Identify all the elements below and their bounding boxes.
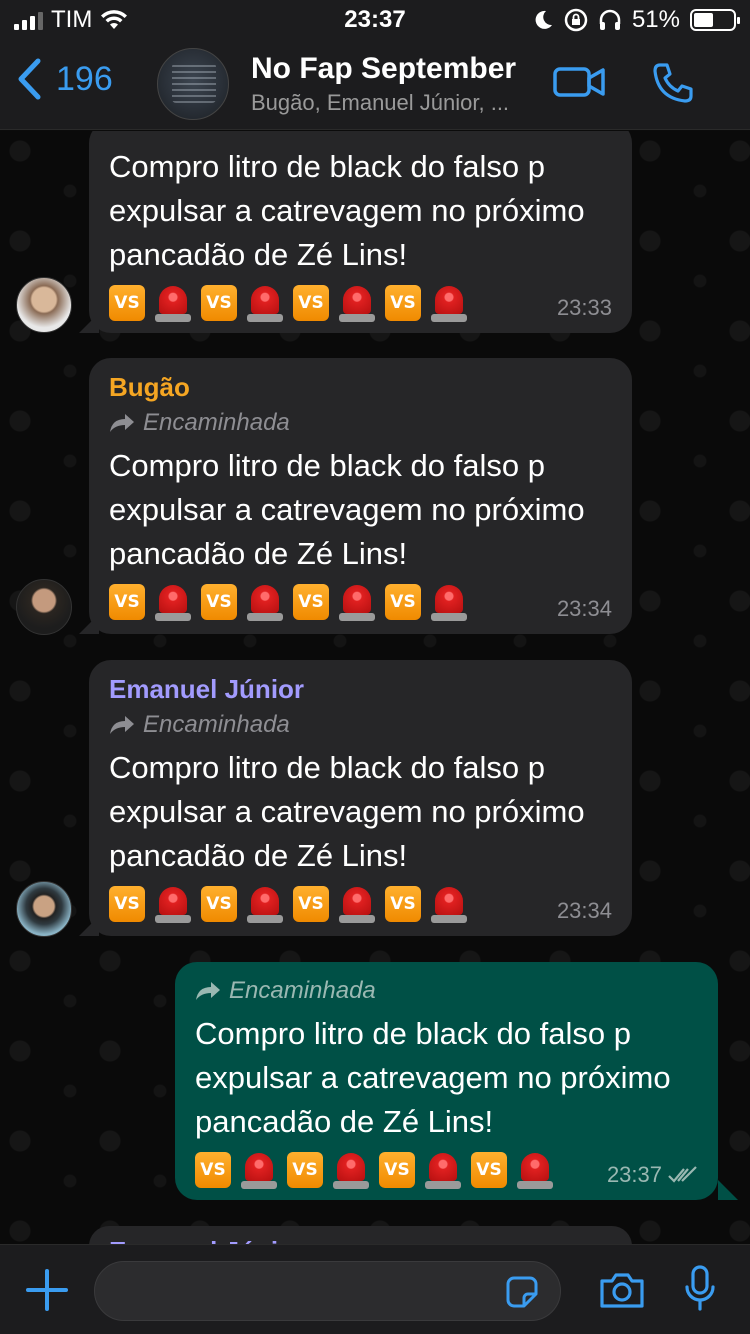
police-siren-emoji <box>155 583 191 621</box>
police-siren-emoji <box>333 1151 369 1189</box>
emoji-row: VS VS VS VS <box>109 580 612 624</box>
status-bar: TIM 23:37 51% <box>0 0 750 42</box>
forwarded-label: Encaminhada <box>195 976 698 1006</box>
phone-call-icon[interactable] <box>652 62 694 104</box>
vs-emoji: VS <box>109 285 145 321</box>
forward-arrow-icon <box>110 414 134 432</box>
chat-title[interactable]: No Fap September <box>251 52 541 86</box>
police-siren-emoji <box>339 284 375 322</box>
chat-area[interactable]: Compro litro de black do falso p expulsa… <box>0 131 750 1244</box>
message-time: 23:33 <box>556 295 612 320</box>
vs-emoji: VS <box>287 1152 323 1188</box>
sender-name: Emanuel Júnior <box>109 1236 612 1244</box>
vs-emoji: VS <box>471 1152 507 1188</box>
camera-icon[interactable] <box>598 1271 646 1309</box>
vs-emoji: VS <box>201 584 237 620</box>
police-siren-emoji <box>155 284 191 322</box>
message-input[interactable] <box>95 1262 475 1320</box>
police-siren-emoji <box>425 1151 461 1189</box>
avatar[interactable] <box>16 579 72 635</box>
police-siren-emoji <box>241 1151 277 1189</box>
forwarded-label: Encaminhada <box>109 408 612 438</box>
police-siren-emoji <box>247 284 283 322</box>
message-bubble[interactable]: Compro litro de black do falso p expulsa… <box>89 131 632 333</box>
microphone-icon[interactable] <box>684 1265 716 1313</box>
vs-emoji: VS <box>201 886 237 922</box>
vs-emoji: VS <box>293 584 329 620</box>
forwarded-label: Encaminhada <box>109 710 612 740</box>
vs-emoji: VS <box>385 584 421 620</box>
battery-percent: 51% <box>631 6 680 33</box>
message-text: Compro litro de black do falso p expulsa… <box>109 448 585 571</box>
vs-emoji: VS <box>293 285 329 321</box>
police-siren-emoji <box>339 885 375 923</box>
sticker-icon[interactable] <box>504 1274 540 1310</box>
message-text: Compro litro de black do falso p expulsa… <box>109 149 585 272</box>
police-siren-emoji <box>431 885 467 923</box>
message-input-wrapper[interactable] <box>94 1261 561 1321</box>
message-bubble[interactable]: Emanuel Júnior <box>89 1226 632 1244</box>
emoji-row: VS VS VS VS <box>109 281 612 325</box>
emoji-row: VS VS VS VS <box>109 882 612 926</box>
vs-emoji: VS <box>195 1152 231 1188</box>
sender-name[interactable]: Bugão <box>109 372 612 402</box>
forward-arrow-icon <box>110 716 134 734</box>
message-time: 23:34 <box>556 596 612 621</box>
vs-emoji: VS <box>379 1152 415 1188</box>
message-text: Compro litro de black do falso p expulsa… <box>195 1016 671 1139</box>
message-time: 23:34 <box>556 898 612 923</box>
vs-emoji: VS <box>109 886 145 922</box>
police-siren-emoji <box>247 885 283 923</box>
chevron-left-icon <box>18 58 41 100</box>
message-bubble[interactable]: Bugão Encaminhada Compro litro de black … <box>89 358 632 634</box>
police-siren-emoji <box>155 885 191 923</box>
police-siren-emoji <box>247 583 283 621</box>
composer-bar <box>0 1244 750 1334</box>
vs-emoji: VS <box>385 886 421 922</box>
message-bubble[interactable]: Emanuel Júnior Encaminhada Compro litro … <box>89 660 632 936</box>
vs-emoji: VS <box>293 886 329 922</box>
vs-emoji: VS <box>109 584 145 620</box>
police-siren-emoji <box>339 583 375 621</box>
video-call-icon[interactable] <box>553 64 605 100</box>
status-right: 51% <box>532 6 740 34</box>
message-bubble-outgoing[interactable]: Encaminhada Compro litro de black do fal… <box>175 962 718 1200</box>
avatar[interactable] <box>16 277 72 333</box>
unread-count: 196 <box>56 59 113 98</box>
rotation-lock-icon <box>564 8 588 32</box>
plus-icon[interactable] <box>24 1267 70 1313</box>
police-siren-emoji <box>431 583 467 621</box>
headphones-icon <box>599 9 621 30</box>
chat-header: 196 No Fap September Bugão, Emanuel Júni… <box>0 42 750 130</box>
forward-arrow-icon <box>196 982 220 1000</box>
avatar[interactable] <box>16 881 72 937</box>
double-check-icon <box>668 1166 697 1183</box>
battery-icon <box>690 9 740 31</box>
police-siren-emoji <box>517 1151 553 1189</box>
moon-icon <box>535 10 552 29</box>
vs-emoji: VS <box>201 285 237 321</box>
group-avatar[interactable] <box>157 48 229 120</box>
vs-emoji: VS <box>385 285 421 321</box>
message-time: 23:37 <box>607 1162 698 1188</box>
police-siren-emoji <box>431 284 467 322</box>
sender-name[interactable]: Emanuel Júnior <box>109 674 612 704</box>
chat-participants[interactable]: Bugão, Emanuel Júnior, ... <box>251 90 541 116</box>
message-text: Compro litro de black do falso p expulsa… <box>109 750 585 873</box>
back-button[interactable]: 196 <box>16 58 113 100</box>
